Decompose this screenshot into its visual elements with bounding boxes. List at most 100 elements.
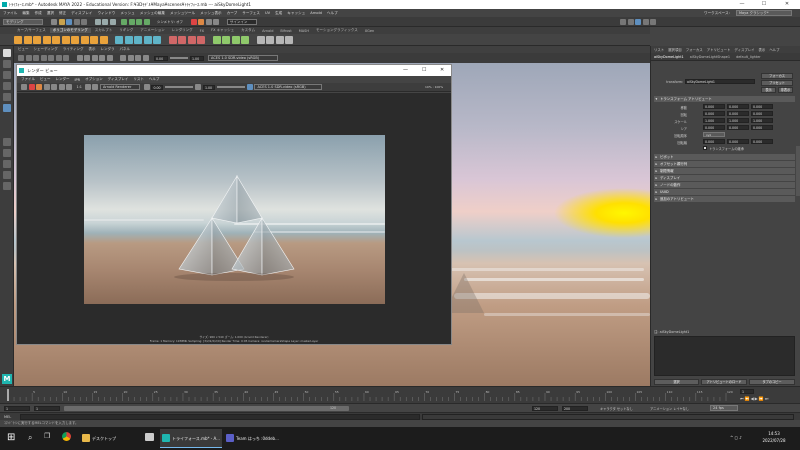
- translate-z-field[interactable]: 0.000: [751, 104, 773, 109]
- attribute-editor-toggle-icon[interactable]: [635, 19, 641, 25]
- current-frame-field[interactable]: 1: [740, 389, 754, 394]
- save-scene-icon[interactable]: [66, 18, 72, 25]
- textured-icon[interactable]: [91, 55, 98, 61]
- wireframe-icon[interactable]: [76, 55, 83, 61]
- rv-menu-options[interactable]: オプション: [85, 77, 103, 82]
- separate-icon[interactable]: [124, 35, 133, 44]
- character-controls-icon[interactable]: [627, 19, 634, 25]
- vp-menu-show[interactable]: 表示: [89, 47, 96, 52]
- boolean-icon[interactable]: [143, 35, 152, 44]
- vp-exposure-field[interactable]: 0.00: [154, 55, 168, 61]
- four-view-layout-icon[interactable]: [2, 149, 11, 157]
- ambient-occlusion-icon[interactable]: [135, 55, 141, 61]
- workspace-select[interactable]: Maya クラシック*: [736, 10, 792, 16]
- poly-disc-icon[interactable]: [71, 35, 79, 44]
- hypershade-icon[interactable]: [213, 18, 220, 25]
- poly-platonic-icon[interactable]: [80, 35, 89, 44]
- single-view-layout-icon[interactable]: [2, 138, 11, 146]
- menu-mesh[interactable]: メッシュ: [120, 11, 134, 16]
- rv-menu-render[interactable]: レンダー: [56, 77, 70, 82]
- rv-zoom-label[interactable]: 1:1: [77, 85, 82, 89]
- transform-name-field[interactable]: aiSkyDomeLight1: [685, 79, 755, 84]
- ae-menu-attributes[interactable]: アトリビュート: [707, 47, 731, 52]
- remove-image-icon[interactable]: [92, 84, 99, 90]
- goto-start-icon[interactable]: ⏮: [740, 396, 744, 401]
- signin-button[interactable]: サインイン: [226, 18, 257, 25]
- rv-menu-help[interactable]: ヘルプ: [149, 77, 160, 82]
- section-uuid[interactable]: UUID: [654, 189, 795, 195]
- redo-icon[interactable]: [81, 18, 87, 25]
- paint-select-icon[interactable]: [2, 71, 11, 79]
- menu-mesh-tools[interactable]: メッシュツール: [170, 11, 195, 16]
- smooth-icon[interactable]: [134, 35, 142, 44]
- render-frame-icon[interactable]: [190, 18, 197, 25]
- section-pivots[interactable]: ピボット: [654, 154, 795, 160]
- combine-icon[interactable]: [115, 35, 123, 44]
- ae-menu-selected[interactable]: 選択項目: [668, 47, 682, 52]
- goto-end-icon[interactable]: ⏭: [765, 396, 769, 401]
- render-canvas[interactable]: [17, 93, 451, 336]
- shelf-tab-fx[interactable]: FX: [197, 29, 207, 33]
- clock-time[interactable]: 14:53: [758, 431, 790, 436]
- ae-menu-show[interactable]: 表示: [759, 47, 766, 52]
- menu-cache[interactable]: キャッシュ: [287, 11, 305, 16]
- poly-sphere-icon[interactable]: [14, 35, 22, 44]
- section-offset-parent-matrix[interactable]: オフセット親行列: [654, 161, 795, 167]
- render-view-maximize-button[interactable]: ☐: [422, 65, 426, 76]
- select-object-icon[interactable]: [102, 18, 108, 25]
- rv-menu-list[interactable]: リスト: [133, 77, 144, 82]
- redo-render-icon[interactable]: [21, 84, 27, 90]
- shelf-tab-rigging[interactable]: リギング: [116, 28, 136, 33]
- ae-tab-lighter[interactable]: default_lighter: [736, 55, 761, 59]
- antialiasing-icon[interactable]: [142, 55, 149, 61]
- poly-cylinder-icon[interactable]: [33, 35, 41, 44]
- target-weld-icon[interactable]: [222, 35, 230, 44]
- side-by-side-layout-icon[interactable]: [2, 160, 11, 168]
- range-bar[interactable]: [64, 406, 349, 411]
- xray-icon[interactable]: [120, 55, 126, 61]
- shear-z-field[interactable]: 0.000: [751, 125, 773, 130]
- modeling-toolkit-icon[interactable]: [620, 19, 626, 25]
- select-tool-icon[interactable]: [2, 49, 11, 57]
- extrude-icon[interactable]: [168, 35, 177, 44]
- poly-plane-icon[interactable]: [61, 35, 70, 44]
- rotate-x-field[interactable]: 0.000: [703, 111, 725, 116]
- refresh-icon[interactable]: [43, 84, 50, 90]
- menu-edit[interactable]: 編集: [22, 11, 29, 16]
- select-hierarchy-icon[interactable]: [94, 18, 101, 25]
- select-component-icon[interactable]: [109, 18, 116, 25]
- shear-x-field[interactable]: 0.000: [703, 125, 725, 130]
- film-gate-icon[interactable]: [55, 55, 62, 61]
- camera-select-icon[interactable]: [18, 55, 24, 61]
- rotate-z-field[interactable]: 0.000: [751, 111, 773, 116]
- uv-editor-icon[interactable]: [256, 35, 265, 44]
- menu-generate[interactable]: 生成: [275, 11, 282, 16]
- persp-graph-layout-icon[interactable]: [2, 171, 11, 179]
- rotate-axis-z-field[interactable]: 0.000: [751, 139, 773, 144]
- section-transform-attributes[interactable]: トランスフォーム アトリビュート: [654, 96, 795, 102]
- maximize-button[interactable]: ☐: [756, 0, 772, 9]
- menu-uv[interactable]: UV: [265, 11, 270, 15]
- menu-select[interactable]: 選択: [47, 11, 54, 16]
- ae-tab-transform[interactable]: aiSkyDomeLight1: [654, 55, 684, 59]
- snap-grid-icon[interactable]: [121, 18, 127, 25]
- menu-mesh-display[interactable]: メッシュ表示: [200, 11, 222, 16]
- render-view-close-button[interactable]: ✕: [440, 65, 444, 76]
- rv-colorspace-select[interactable]: ACES 1.0 SDR-video (sRGB): [254, 84, 323, 90]
- windows-start-icon[interactable]: ⊞: [7, 432, 15, 444]
- render-view-minimize-button[interactable]: —: [403, 65, 408, 76]
- vp-gamma-field[interactable]: 1.00: [190, 55, 204, 61]
- taskbar-teams[interactable]: Team はっち :0ddeb...: [224, 429, 286, 448]
- shelf-tab-curves[interactable]: カーブ/サーフェス: [14, 28, 49, 33]
- translate-y-field[interactable]: 0.000: [727, 104, 749, 109]
- tray-icons[interactable]: ^ ◻ ♪: [730, 435, 742, 440]
- poly-super-shape-icon[interactable]: [99, 35, 108, 44]
- bevel-icon[interactable]: [187, 35, 196, 44]
- task-view-icon[interactable]: ❐: [44, 432, 50, 440]
- menu-modify[interactable]: 修正: [59, 11, 66, 16]
- rv-menu-file[interactable]: ファイル: [21, 77, 35, 82]
- shadows-icon[interactable]: [106, 55, 113, 61]
- focus-button[interactable]: フォーカス: [761, 73, 793, 79]
- rotate-y-field[interactable]: 0.000: [727, 111, 749, 116]
- anim-end-field[interactable]: 200: [562, 406, 588, 411]
